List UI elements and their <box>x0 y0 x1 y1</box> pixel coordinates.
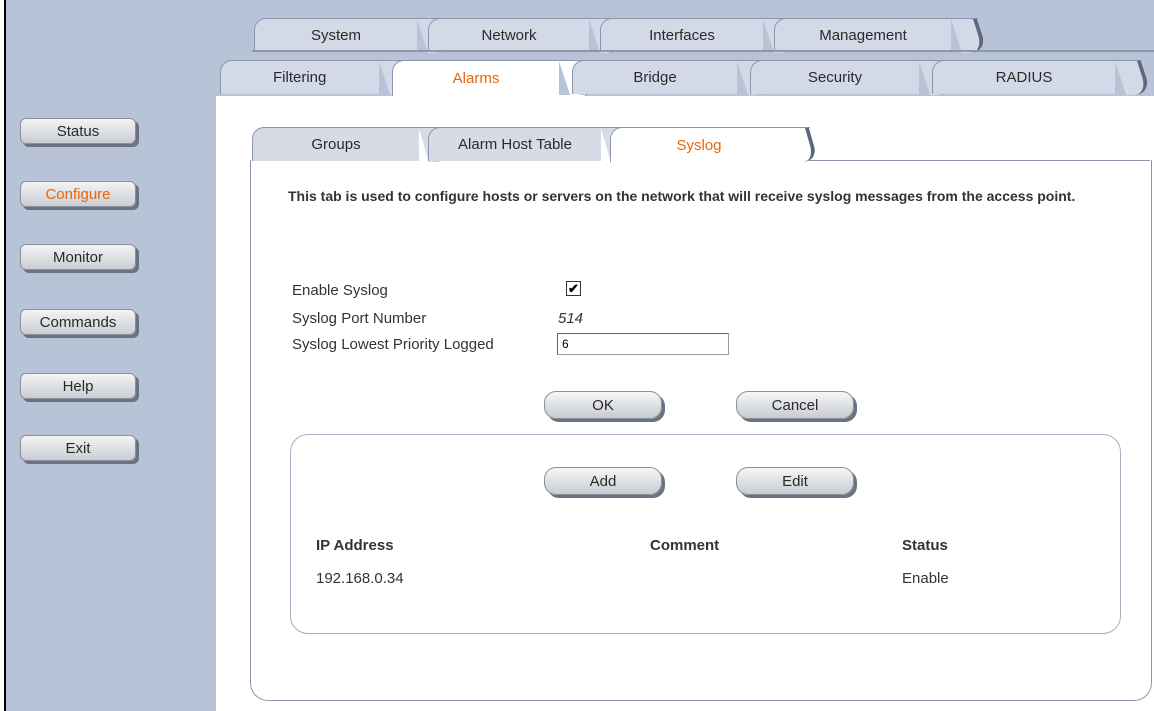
ok-button[interactable]: OK <box>544 391 662 419</box>
subtab-alarm-host-table-label: Alarm Host Table <box>458 136 572 153</box>
cancel-button[interactable]: Cancel <box>736 391 854 419</box>
syslog-port-value: 514 <box>558 310 584 327</box>
sidebar-item-status[interactable]: Status <box>20 118 136 144</box>
enable-syslog-label: Enable Syslog <box>292 282 388 299</box>
tab-bridge[interactable]: Bridge <box>572 60 765 95</box>
tab-management[interactable]: Management <box>774 18 979 53</box>
subtab-groups-label: Groups <box>311 136 361 153</box>
tab-system[interactable]: System <box>254 18 445 53</box>
sidebar-item-label: Monitor <box>52 248 104 266</box>
tab-alarms-label: Alarms <box>452 70 500 87</box>
add-button[interactable]: Add <box>544 467 662 495</box>
tab-radius[interactable]: RADIUS <box>932 60 1143 95</box>
column-header-ip: IP Address <box>316 537 394 554</box>
tab-network[interactable]: Network <box>428 18 617 53</box>
enable-syslog-checkbox[interactable]: ✔ <box>566 281 581 296</box>
subtab-alarm-host-table[interactable]: Alarm Host Table <box>428 127 625 162</box>
column-header-status: Status <box>902 537 948 554</box>
sidebar-item-label: Exit <box>65 439 91 457</box>
tab-filtering[interactable]: Filtering <box>220 60 407 95</box>
syslog-priority-label: Syslog Lowest Priority Logged <box>292 336 494 353</box>
column-header-comment: Comment <box>650 537 720 554</box>
tab-row1-baseline <box>252 50 1154 52</box>
edit-button-label: Edit <box>782 472 808 490</box>
ok-button-label: OK <box>592 396 614 414</box>
sidebar-item-exit[interactable]: Exit <box>20 435 136 461</box>
tab-security-label: Security <box>807 69 863 86</box>
syslog-port-label: Syslog Port Number <box>292 310 427 327</box>
tab-interfaces[interactable]: Interfaces <box>600 18 791 53</box>
sidebar-item-commands[interactable]: Commands <box>20 309 136 335</box>
tab-bridge-label: Bridge <box>633 69 677 86</box>
tab-security[interactable]: Security <box>750 60 947 95</box>
page-description: This tab is used to configure hosts or s… <box>288 188 1076 204</box>
subtab-syslog-label: Syslog <box>676 136 722 154</box>
syslog-host-box <box>290 434 1121 634</box>
cell-status: Enable <box>902 570 949 587</box>
tab-alarms[interactable]: Alarms <box>392 60 587 96</box>
sidebar-item-label: Commands <box>39 313 117 331</box>
cancel-button-label: Cancel <box>771 396 819 414</box>
tab-interfaces-label: Interfaces <box>649 27 715 44</box>
tab-filtering-label: Filtering <box>273 69 327 86</box>
tab-management-label: Management <box>819 27 907 44</box>
subtab-syslog[interactable]: Syslog <box>610 127 811 162</box>
subtab-groups[interactable]: Groups <box>252 127 443 162</box>
sidebar-item-label: Status <box>56 122 100 140</box>
tab-network-label: Network <box>481 27 537 44</box>
sidebar-item-configure[interactable]: Configure <box>20 181 136 207</box>
sidebar-item-label: Configure <box>45 185 111 203</box>
subtab-baseline <box>808 160 1150 161</box>
sidebar-item-monitor[interactable]: Monitor <box>20 244 136 270</box>
syslog-priority-input[interactable] <box>557 333 729 355</box>
sidebar-item-label: Help <box>62 377 94 395</box>
cell-ip: 192.168.0.34 <box>316 570 404 587</box>
tab-radius-label: RADIUS <box>995 69 1053 86</box>
edit-button[interactable]: Edit <box>736 467 854 495</box>
tab-system-label: System <box>310 27 361 44</box>
add-button-label: Add <box>589 472 617 490</box>
sidebar-item-help[interactable]: Help <box>20 373 136 399</box>
